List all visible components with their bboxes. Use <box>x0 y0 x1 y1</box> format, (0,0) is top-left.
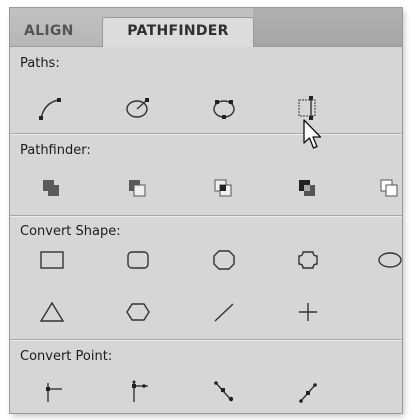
convert-point-section: Convert Point: <box>10 341 402 413</box>
corner-point-icon[interactable] <box>120 377 156 407</box>
convert-shape-label: Convert Shape: <box>20 224 121 239</box>
line-icon[interactable] <box>206 297 242 327</box>
tab-pathfinder[interactable]: PATHFINDER <box>102 17 254 48</box>
unite-icon[interactable] <box>34 173 70 203</box>
ellipse-icon[interactable] <box>372 245 402 275</box>
close-path-icon[interactable] <box>120 93 156 123</box>
symmetrical-point-icon[interactable] <box>290 377 326 407</box>
triangle-icon[interactable] <box>34 297 70 327</box>
intersect-icon[interactable] <box>206 173 242 203</box>
reverse-path-icon[interactable] <box>206 93 242 123</box>
paths-section: Paths: <box>10 47 402 133</box>
rectangle-icon[interactable] <box>34 245 70 275</box>
inverse-rounded-rectangle-icon[interactable] <box>290 245 326 275</box>
open-path-icon[interactable] <box>34 93 70 123</box>
beveled-rectangle-icon[interactable] <box>206 245 242 275</box>
polygon-icon[interactable] <box>120 297 156 327</box>
pathfinder-panel: ALIGN PATHFINDER Paths: Pathfinder: Conv… <box>10 8 402 413</box>
smooth-point-icon[interactable] <box>206 377 242 407</box>
convert-shape-section: Convert Shape: <box>10 217 402 339</box>
divide-icon[interactable] <box>372 173 402 203</box>
orthogonal-line-icon[interactable] <box>290 297 326 327</box>
pathfinder-section: Pathfinder: <box>10 135 402 215</box>
exclude-icon[interactable] <box>290 173 326 203</box>
panel-tab-bar: ALIGN PATHFINDER <box>10 8 402 48</box>
tab-align[interactable]: ALIGN <box>24 18 90 46</box>
plain-point-icon[interactable] <box>34 377 70 407</box>
paths-label: Paths: <box>20 56 60 71</box>
rounded-rectangle-icon[interactable] <box>120 245 156 275</box>
pathfinder-label: Pathfinder: <box>20 143 91 158</box>
mouse-cursor-icon <box>303 119 322 149</box>
minus-front-icon[interactable] <box>120 173 156 203</box>
tab-bar-fill <box>253 8 402 46</box>
convert-point-label: Convert Point: <box>20 349 113 364</box>
